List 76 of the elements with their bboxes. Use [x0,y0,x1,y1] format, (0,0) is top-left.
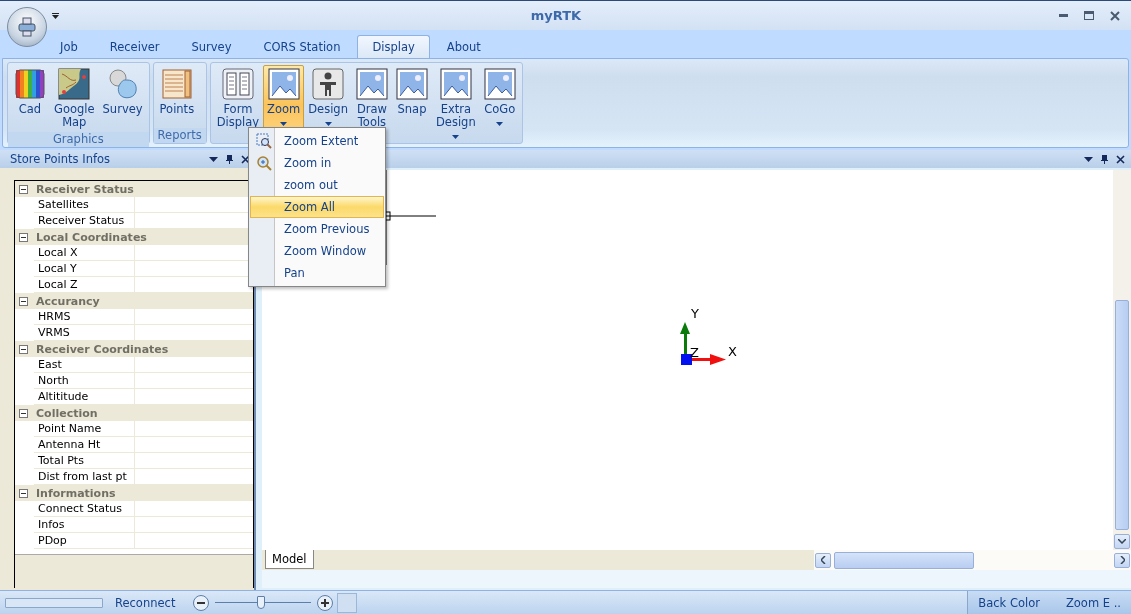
zoom-in-icon [255,155,272,171]
slider-thumb[interactable] [257,596,266,609]
landscape-icon [395,68,428,100]
collapse-toggle[interactable] [19,232,28,242]
landscape-icon [267,68,300,100]
landscape-icon [355,68,388,100]
collapse-toggle[interactable] [19,408,28,418]
category-label: Receiver Coordinates [36,342,169,356]
scroll-down-button[interactable] [1114,534,1130,549]
person-icon [312,68,345,100]
ribbon-button[interactable]: Google Map [50,65,99,132]
ribbon-button[interactable]: Snap [391,65,432,145]
collapse-toggle[interactable] [19,488,28,498]
category-label: Informations [36,486,116,500]
collapse-toggle[interactable] [19,184,28,194]
pages-icon [221,68,254,100]
category-label: Local Coordinates [36,230,147,244]
ribbon-tab[interactable]: Display [357,35,430,58]
y-axis-arrow [680,322,690,354]
notebook-icon [160,68,193,100]
scroll-right-button[interactable] [1114,552,1130,568]
color-stripes-icon [14,68,46,100]
vertical-scrollbar[interactable] [1113,170,1131,550]
scroll-left-button[interactable] [815,552,831,568]
minus-icon [197,601,206,604]
zoom-out-button[interactable] [193,594,210,611]
ribbon-tab[interactable]: Receiver [94,35,175,58]
close-icon[interactable] [241,154,250,164]
customize-toolbar-icon[interactable] [52,12,59,19]
ribbon-button[interactable]: Survey [98,65,147,132]
menu-item[interactable]: Zoom All [250,196,384,218]
axis-label: X [728,344,737,359]
close-icon[interactable] [1116,154,1125,164]
zoom-in-button[interactable] [317,594,334,611]
ribbon-button[interactable]: CoGo [479,65,520,145]
status-item[interactable]: Back Color [978,595,1040,610]
category-label: Receiver Status [36,182,134,196]
ribbon-tab[interactable]: CORS Station [248,35,356,58]
scroll-thumb[interactable] [834,551,974,569]
ribbon-button[interactable]: Cad [10,65,50,132]
zoom-extent-icon [255,133,272,149]
app-logo-icon [15,15,39,39]
ribbon-tab[interactable]: Survey [176,35,247,58]
landscape-icon [483,68,516,100]
maximize-icon [1084,11,1094,20]
layout-tab[interactable]: Model [265,550,314,569]
collapse-toggle[interactable] [19,344,28,354]
ribbon-tab[interactable]: Job [45,35,93,58]
category-label: Collection [36,406,98,420]
group-label: Reports [153,128,206,143]
origin-marker [681,354,692,365]
window-title: myRTK [529,8,583,23]
status-item[interactable]: Zoom E .. [1065,595,1121,610]
dropdown-icon[interactable] [209,156,218,162]
plus-icon [321,598,330,607]
collapse-toggle[interactable] [19,296,28,306]
map-icon [58,68,91,100]
bubbles-icon [106,68,139,100]
ribbon-button[interactable]: Points [155,65,199,128]
horizontal-scrollbar[interactable] [814,550,1131,570]
dropdown-icon[interactable] [1084,156,1093,162]
category-label: Accurancy [36,294,100,308]
close-icon [1110,10,1120,21]
minimize-icon [1058,14,1068,17]
ribbon-button[interactable]: Extra Design [431,65,480,145]
axis-label: Y [691,306,699,321]
reconnect-link[interactable]: Reconnect [115,595,176,610]
landscape-icon [439,68,472,100]
axis-label: Z [690,345,699,360]
group-label: Graphics [8,132,149,147]
ribbon-tab[interactable]: About [431,35,496,58]
pin-icon[interactable] [226,154,233,164]
pin-icon[interactable] [1101,154,1108,164]
panel-title: Store Points Infos [10,152,110,166]
scroll-thumb[interactable] [1115,300,1129,530]
application-button[interactable] [7,7,47,47]
